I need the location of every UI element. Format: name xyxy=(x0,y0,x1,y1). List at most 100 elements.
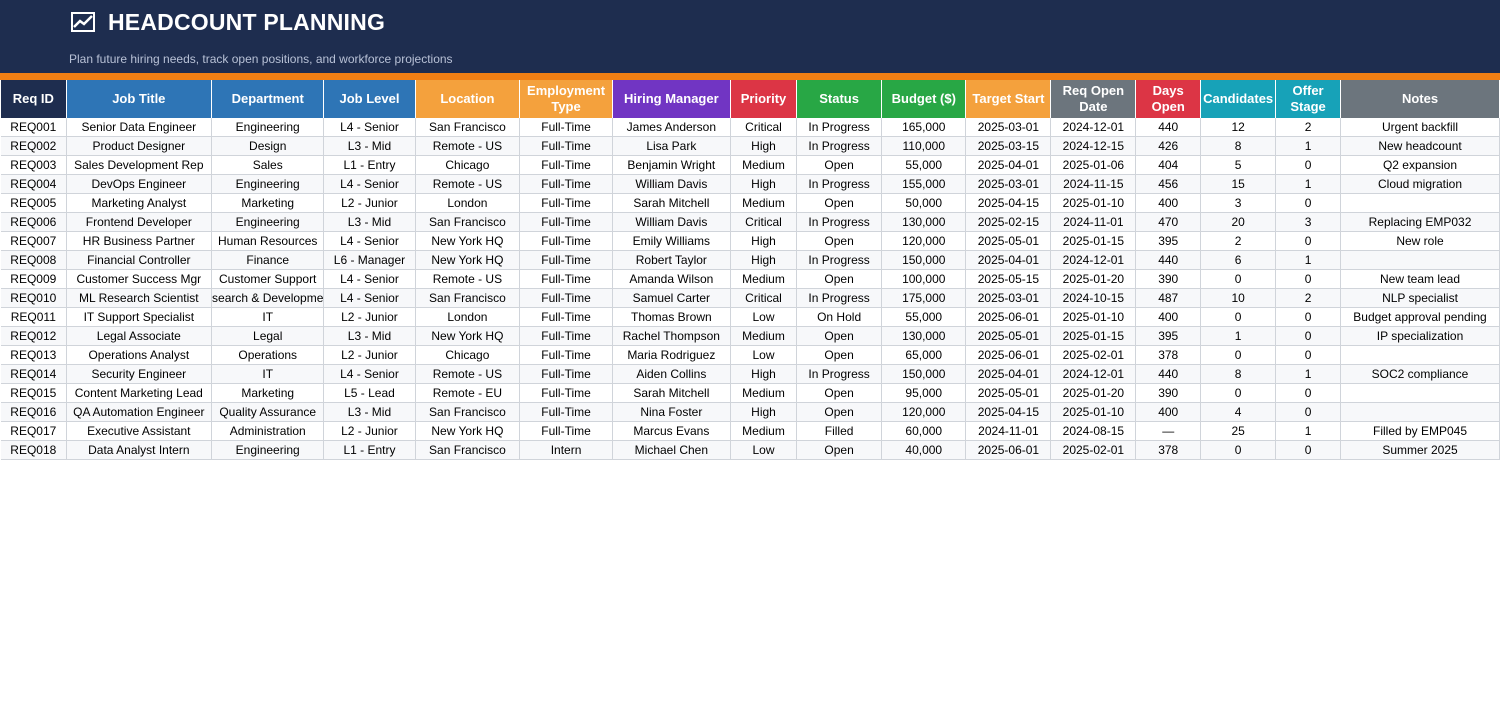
table-cell[interactable]: Summer 2025 xyxy=(1340,440,1500,460)
table-cell[interactable]: Remote - US xyxy=(415,174,521,194)
table-cell[interactable]: L2 - Junior xyxy=(323,421,416,441)
table-cell[interactable]: 150,000 xyxy=(881,250,967,270)
table-cell[interactable]: 2025-04-01 xyxy=(965,250,1052,270)
table-cell[interactable]: 426 xyxy=(1135,136,1202,156)
table-cell[interactable]: SOC2 compliance xyxy=(1340,364,1500,384)
table-cell[interactable]: REQ011 xyxy=(1,307,67,327)
table-cell[interactable]: 12 xyxy=(1200,118,1277,137)
table-cell[interactable]: 0 xyxy=(1275,440,1342,460)
table-cell[interactable]: Nina Foster xyxy=(612,402,731,422)
table-cell[interactable]: 5 xyxy=(1200,155,1277,175)
table-cell[interactable]: REQ002 xyxy=(1,136,67,156)
table-cell[interactable]: Engineering xyxy=(211,174,325,194)
table-cell[interactable]: 2025-05-15 xyxy=(965,269,1052,289)
table-cell[interactable]: Open xyxy=(796,269,883,289)
table-cell[interactable]: San Francisco xyxy=(415,212,521,232)
table-cell[interactable]: Medium xyxy=(730,421,798,441)
table-cell[interactable]: William Davis xyxy=(612,174,731,194)
table-cell[interactable]: L4 - Senior xyxy=(323,174,416,194)
table-cell[interactable]: Executive Assistant xyxy=(66,421,213,441)
table-cell[interactable]: On Hold xyxy=(796,307,883,327)
table-cell[interactable]: REQ018 xyxy=(1,440,67,460)
table-cell[interactable]: L2 - Junior xyxy=(323,193,416,213)
table-cell[interactable]: Customer Support xyxy=(211,269,325,289)
table-row[interactable]: REQ015 Content Marketing Lead Marketing L5 … xyxy=(1,383,1500,403)
table-cell[interactable]: Full-Time xyxy=(519,136,613,156)
table-cell[interactable]: Rachel Thompson xyxy=(612,326,731,346)
table-cell[interactable]: Finance xyxy=(211,250,325,270)
table-cell[interactable]: 400 xyxy=(1135,402,1202,422)
table-cell[interactable]: Urgent backfill xyxy=(1340,118,1500,137)
table-cell[interactable]: 3 xyxy=(1200,193,1277,213)
table-cell[interactable]: 400 xyxy=(1135,193,1202,213)
table-cell[interactable]: In Progress xyxy=(796,288,883,308)
table-cell[interactable]: 2025-04-01 xyxy=(965,364,1052,384)
table-cell[interactable]: William Davis xyxy=(612,212,731,232)
table-row[interactable]: REQ009 Customer Success Mgr Customer Suppo… xyxy=(1,269,1500,289)
table-cell[interactable]: 2024-11-15 xyxy=(1050,174,1137,194)
table-cell[interactable]: 2024-12-01 xyxy=(1050,118,1137,137)
table-cell[interactable]: Senior Data Engineer xyxy=(66,118,213,137)
table-cell[interactable]: New York HQ xyxy=(415,231,521,251)
table-cell[interactable]: 395 xyxy=(1135,231,1202,251)
table-cell[interactable]: IT Support Specialist xyxy=(66,307,213,327)
table-cell[interactable]: Medium xyxy=(730,193,798,213)
table-cell[interactable]: Full-Time xyxy=(519,193,613,213)
table-cell[interactable]: 165,000 xyxy=(881,118,967,137)
table-cell[interactable]: Engineering xyxy=(211,440,325,460)
column-header[interactable]: Job Level xyxy=(323,80,416,118)
table-cell[interactable]: High xyxy=(730,174,798,194)
table-cell[interactable]: Engineering xyxy=(211,118,325,137)
table-cell[interactable]: Full-Time xyxy=(519,269,613,289)
table-cell[interactable]: Open xyxy=(796,326,883,346)
table-cell[interactable]: Amanda Wilson xyxy=(612,269,731,289)
table-cell[interactable]: Replacing EMP032 xyxy=(1340,212,1500,232)
table-cell[interactable] xyxy=(1340,383,1500,403)
table-cell[interactable]: L2 - Junior xyxy=(323,307,416,327)
table-cell[interactable]: 440 xyxy=(1135,118,1202,137)
table-cell[interactable]: Remote - US xyxy=(415,364,521,384)
table-cell[interactable]: 0 xyxy=(1275,402,1342,422)
table-cell[interactable]: Medium xyxy=(730,326,798,346)
table-cell[interactable]: 1 xyxy=(1275,136,1342,156)
table-cell[interactable]: — xyxy=(1135,421,1202,441)
table-cell[interactable]: 2025-02-01 xyxy=(1050,440,1137,460)
table-cell[interactable]: Critical xyxy=(730,288,798,308)
table-cell[interactable]: Full-Time xyxy=(519,155,613,175)
column-header[interactable]: Department xyxy=(211,80,325,118)
table-cell[interactable]: Product Designer xyxy=(66,136,213,156)
table-cell[interactable]: 2025-01-15 xyxy=(1050,231,1137,251)
table-cell[interactable]: 0 xyxy=(1200,269,1277,289)
table-cell[interactable]: Medium xyxy=(730,155,798,175)
table-cell[interactable]: 0 xyxy=(1275,383,1342,403)
table-cell[interactable]: 1 xyxy=(1275,174,1342,194)
table-cell[interactable]: 0 xyxy=(1275,345,1342,365)
table-cell[interactable]: Thomas Brown xyxy=(612,307,731,327)
table-cell[interactable]: IP specialization xyxy=(1340,326,1500,346)
table-cell[interactable]: 0 xyxy=(1275,155,1342,175)
table-cell[interactable]: 2025-01-06 xyxy=(1050,155,1137,175)
table-cell[interactable]: L3 - Mid xyxy=(323,212,416,232)
table-cell[interactable]: 65,000 xyxy=(881,345,967,365)
table-cell[interactable]: 15 xyxy=(1200,174,1277,194)
table-cell[interactable]: 1 xyxy=(1200,326,1277,346)
table-cell[interactable]: 2024-12-01 xyxy=(1050,250,1137,270)
column-header[interactable]: Priority xyxy=(730,80,798,118)
table-cell[interactable]: Design xyxy=(211,136,325,156)
table-cell[interactable]: 0 xyxy=(1200,440,1277,460)
table-cell[interactable]: Full-Time xyxy=(519,212,613,232)
table-row[interactable]: REQ002 Product Designer Design L3 - Mid Remo… xyxy=(1,136,1500,156)
table-cell[interactable]: 400 xyxy=(1135,307,1202,327)
table-cell[interactable]: Chicago xyxy=(415,155,521,175)
table-cell[interactable]: Low xyxy=(730,440,798,460)
table-cell[interactable]: New team lead xyxy=(1340,269,1500,289)
table-cell[interactable]: REQ012 xyxy=(1,326,67,346)
table-row[interactable]: REQ006 Frontend Developer Engineering L3 - … xyxy=(1,212,1500,232)
table-row[interactable]: REQ008 Financial Controller Finance L6 - Ma… xyxy=(1,250,1500,270)
table-cell[interactable]: REQ014 xyxy=(1,364,67,384)
table-row[interactable]: REQ001 Senior Data Engineer Engineering L4 … xyxy=(1,118,1500,137)
table-cell[interactable]: Engineering xyxy=(211,212,325,232)
table-cell[interactable]: 2025-03-01 xyxy=(965,174,1052,194)
table-cell[interactable]: Full-Time xyxy=(519,402,613,422)
table-cell[interactable]: QA Automation Engineer xyxy=(66,402,213,422)
